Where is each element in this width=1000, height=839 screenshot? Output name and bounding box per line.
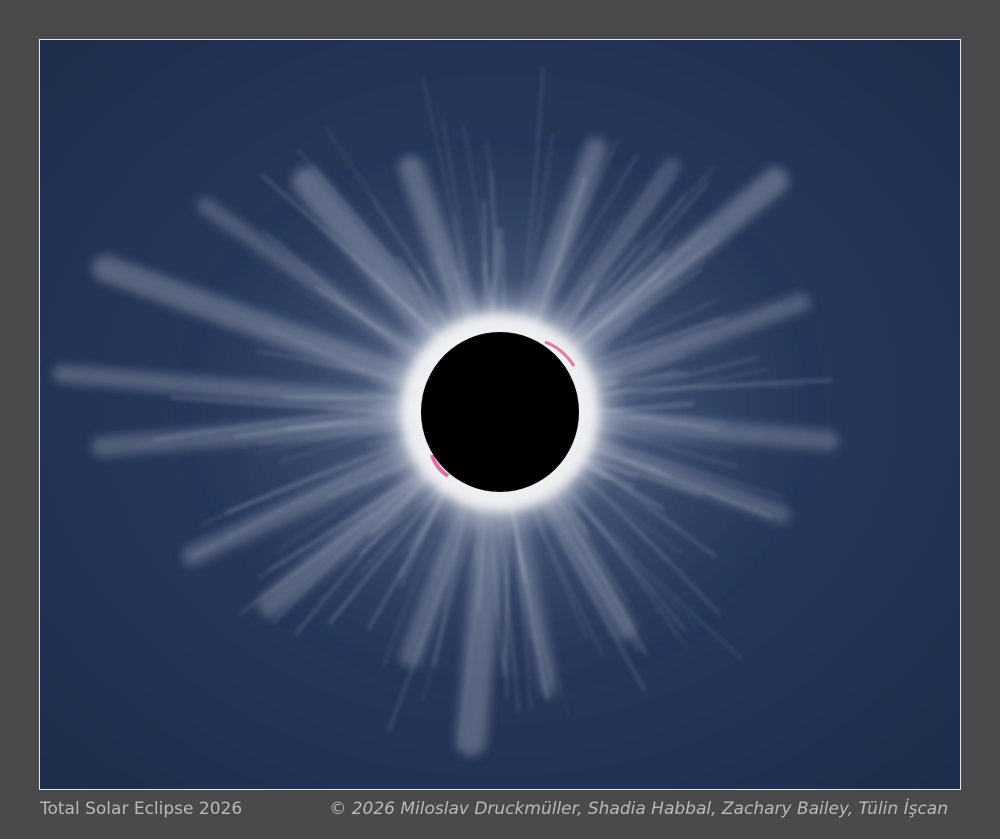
image-credit: © 2026 Miloslav Druckmüller, Shadia Habb… xyxy=(329,799,948,819)
eclipse-image xyxy=(40,40,960,789)
page-frame: Total Solar Eclipse 2026 © 2026 Miloslav… xyxy=(0,0,1000,839)
moon-disk xyxy=(421,332,579,492)
eclipse-photo xyxy=(39,39,961,790)
image-title: Total Solar Eclipse 2026 xyxy=(40,799,243,819)
